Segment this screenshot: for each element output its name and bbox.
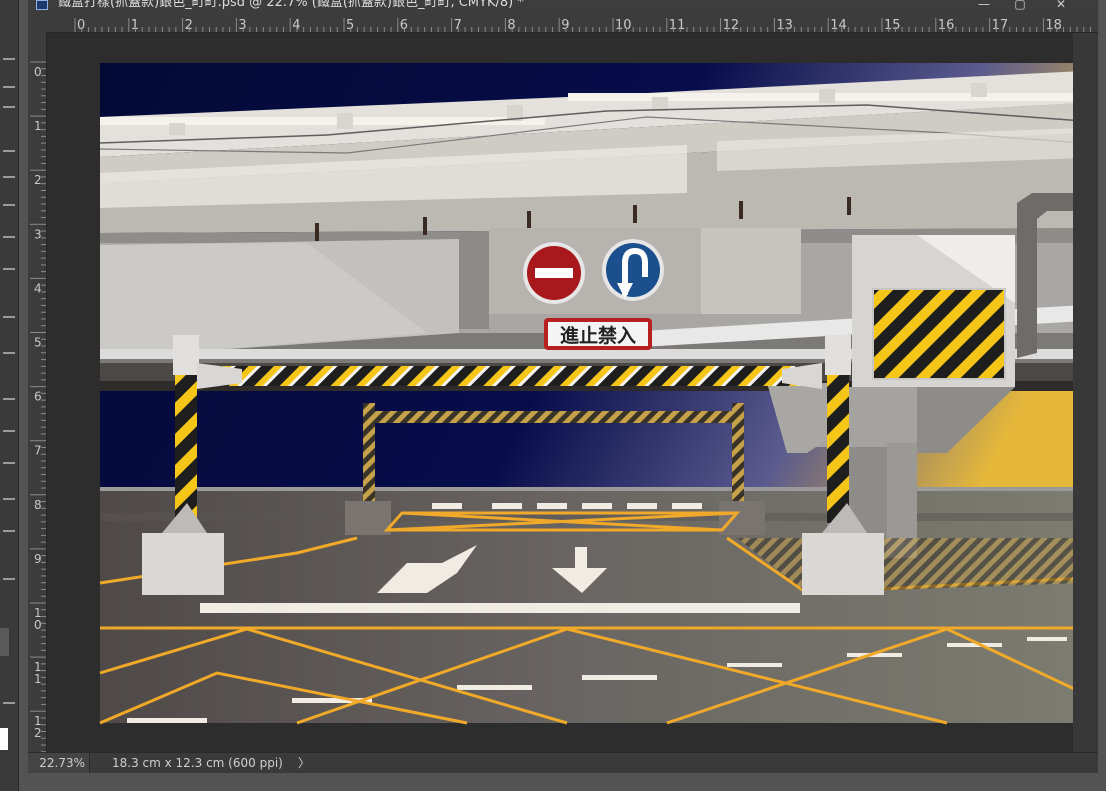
ruler-label: 0 — [34, 618, 42, 632]
ruler-label: 3 — [34, 227, 42, 241]
ruler-label: 1 — [131, 18, 139, 32]
ruler-label: 16 — [938, 18, 955, 32]
ruler-label: 10 — [615, 18, 632, 32]
u-turn-sign — [602, 239, 664, 301]
document-title: 鐵盒打樣(抓蓋款)銀色_町町.psd @ 22.7% (鐵盒(抓蓋款)銀色_町町… — [58, 0, 524, 10]
ruler-label: 11 — [669, 18, 686, 32]
ruler-label: 2 — [34, 726, 42, 740]
status-menu-arrow[interactable]: 〉 — [298, 753, 310, 773]
active-tool-highlight[interactable] — [0, 628, 9, 656]
ruler-label: 2 — [185, 18, 193, 32]
artwork-image: 進止禁入 — [99, 63, 1084, 725]
maximize-button[interactable]: ▢ — [1005, 0, 1035, 10]
document-window: 鐵盒打樣(抓蓋款)銀色_町町.psd @ 22.7% (鐵盒(抓蓋款)銀色_町町… — [28, 0, 1098, 773]
horizontal-ruler-ticks: 0 1 2 3 4 5 6 7 8 9 10 11 12 13 14 15 16 17 18 — [74, 18, 1091, 33]
marquee-tool-icon[interactable] — [3, 86, 15, 88]
sign-text: 進止禁入 — [560, 324, 636, 347]
document-dimensions: 18.3 cm x 12.3 cm (600 ppi) — [112, 756, 283, 770]
ruler-label: 6 — [34, 390, 42, 404]
ruler-label: 9 — [561, 18, 569, 32]
ruler-label: 8 — [34, 498, 42, 512]
no-entry-sign — [523, 242, 585, 304]
vertical-ruler[interactable]: 0123456789101112 — [28, 32, 47, 760]
dodge-tool-icon[interactable] — [3, 352, 15, 354]
status-bar: 22.73% 18.3 cm x 12.3 cm (600 ppi) 〉 — [28, 752, 1098, 773]
ruler-label: 1 — [34, 119, 42, 133]
lasso-tool-icon[interactable] — [3, 106, 15, 108]
type-tool-icon[interactable] — [3, 430, 15, 432]
ruler-label: 17 — [992, 18, 1009, 32]
ruler-label: 18 — [1045, 18, 1062, 32]
ruler-label: 7 — [454, 18, 462, 32]
brush-tool-icon[interactable] — [3, 204, 15, 206]
canvas-area[interactable]: 進止禁入 — [47, 33, 1084, 752]
eraser-tool-icon[interactable] — [3, 268, 15, 270]
vertical-scrollbar[interactable] — [1073, 33, 1098, 752]
shape-tool-icon[interactable] — [3, 498, 15, 500]
document-tab[interactable]: 鐵盒打樣(抓蓋款)銀色_町町.psd @ 22.7% (鐵盒(抓蓋款)銀色_町町… — [28, 0, 1098, 14]
ruler-label: 4 — [292, 18, 300, 32]
zoom-level[interactable]: 22.73% — [28, 753, 90, 773]
path-select-tool-icon[interactable] — [3, 462, 15, 464]
ruler-label: 6 — [400, 18, 408, 32]
ruler-label: 12 — [723, 18, 740, 32]
artwork-canvas[interactable]: 進止禁入 — [47, 33, 1084, 752]
ruler-label: 5 — [34, 336, 42, 350]
horizontal-ruler[interactable]: 0 1 2 3 4 5 6 7 8 9 10 11 12 13 14 15 16 17 18 — [28, 14, 1098, 33]
ruler-label: 4 — [34, 281, 42, 295]
ruler-label: 0 — [34, 65, 42, 79]
ruler-label: 14 — [830, 18, 847, 32]
stamp-tool-icon[interactable] — [3, 236, 15, 238]
eyedropper-tool-icon[interactable] — [3, 176, 15, 178]
vertical-ruler-ticks: 0123456789101112 — [30, 61, 46, 760]
ruler-label: 13 — [776, 18, 793, 32]
ruler-label: 15 — [884, 18, 901, 32]
ruler-label: 5 — [346, 18, 354, 32]
tools-panel — [0, 0, 19, 791]
background-color-swatch[interactable] — [0, 728, 8, 750]
move-tool-icon[interactable] — [3, 58, 15, 60]
minimize-button[interactable]: — — [969, 0, 999, 10]
ruler-label: 7 — [34, 444, 42, 458]
ruler-label: 2 — [34, 173, 42, 187]
no-entry-text-sign: 進止禁入 — [544, 318, 652, 350]
ruler-label: 0 — [77, 18, 85, 32]
close-button[interactable]: ✕ — [1046, 0, 1076, 10]
ruler-label: 3 — [238, 18, 246, 32]
crop-tool-icon[interactable] — [3, 150, 15, 152]
pen-tool-icon[interactable] — [3, 398, 15, 400]
ruler-label: 1 — [34, 672, 42, 686]
file-icon — [36, 0, 48, 10]
ruler-label: 9 — [34, 552, 42, 566]
hand-tool-icon[interactable] — [3, 530, 15, 532]
ruler-label: 8 — [507, 18, 515, 32]
gradient-tool-icon[interactable] — [3, 316, 15, 318]
zoom-tool-icon[interactable] — [3, 578, 15, 580]
swap-colors-icon[interactable] — [3, 702, 15, 704]
